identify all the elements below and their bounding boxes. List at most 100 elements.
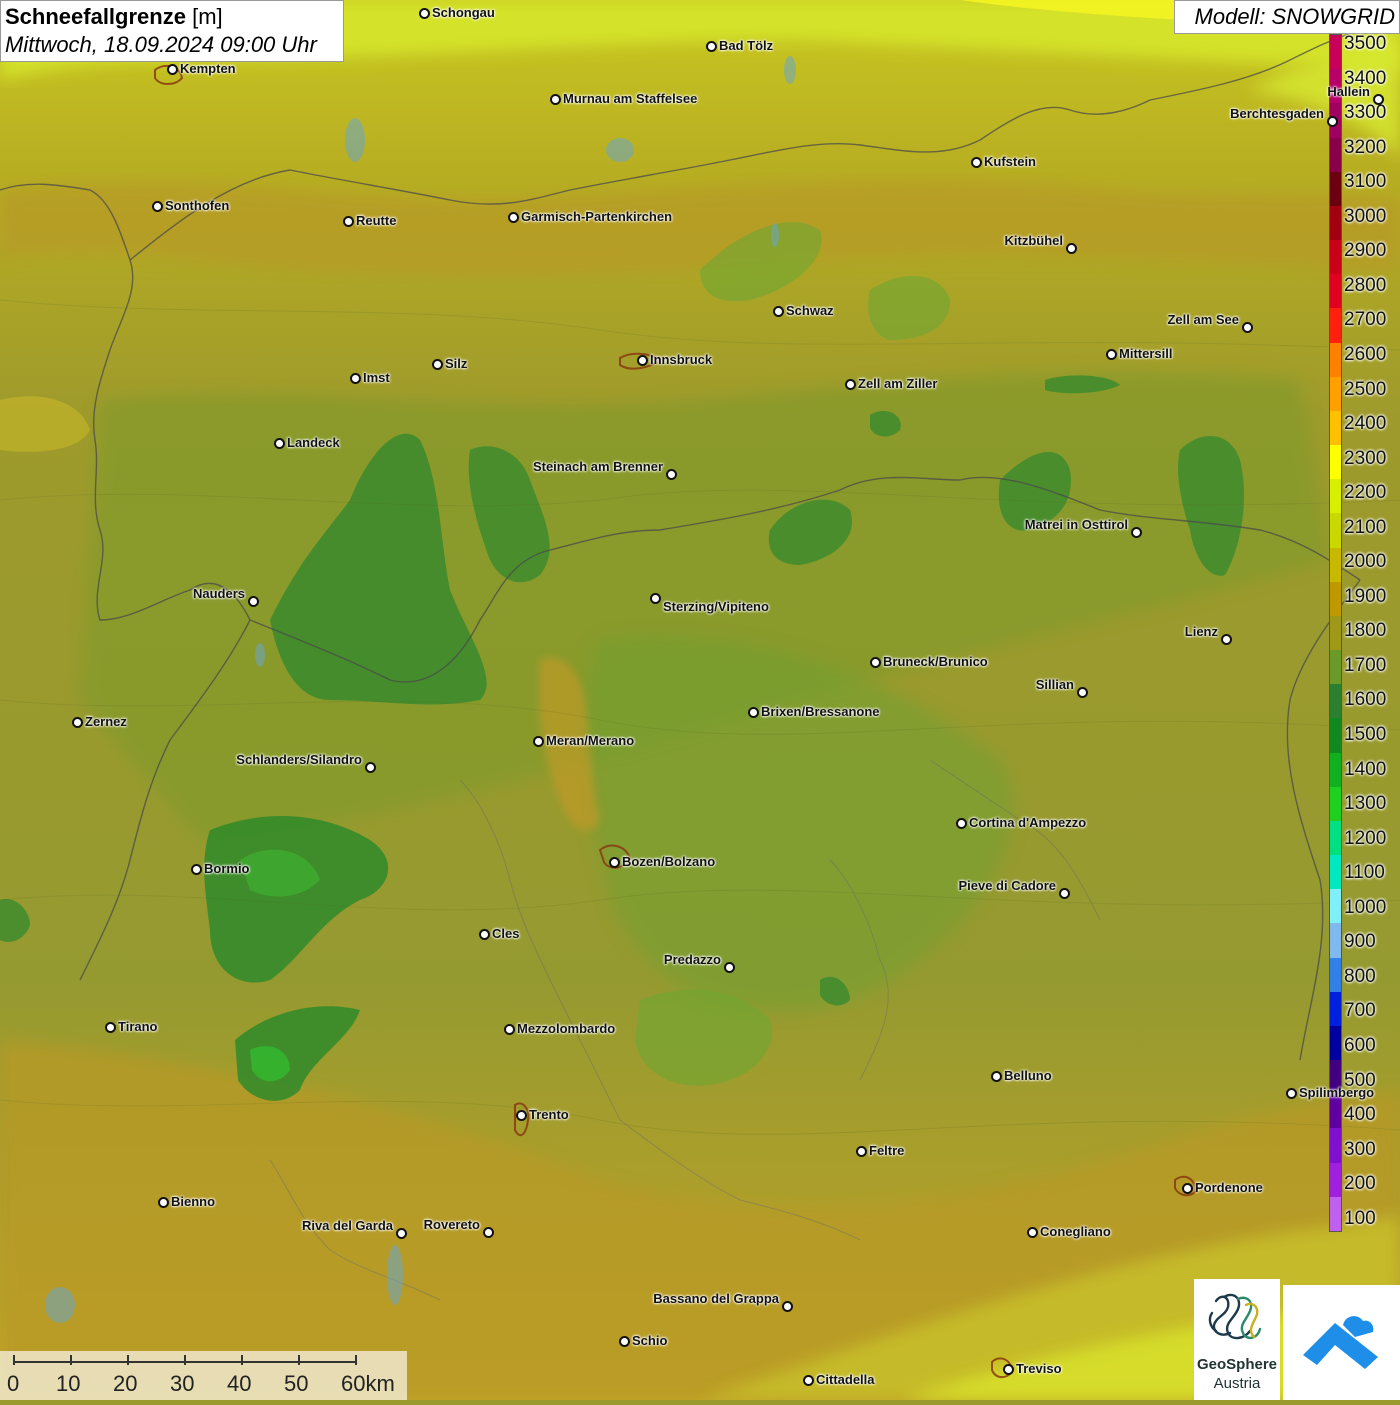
city-marker[interactable]	[419, 8, 430, 19]
city-marker[interactable]	[248, 596, 259, 607]
city-label: Bad Tölz	[719, 38, 774, 53]
legend-color-segment	[1330, 274, 1341, 309]
city-marker[interactable]	[343, 216, 354, 227]
city-marker[interactable]	[72, 717, 83, 728]
legend-color-segment	[1330, 171, 1341, 207]
city-marker[interactable]	[533, 736, 544, 747]
geosphere-logo[interactable]: GeoSphere Austria	[1194, 1279, 1280, 1400]
city-marker[interactable]	[870, 657, 881, 668]
city-label: Meran/Merano	[546, 733, 635, 748]
city-marker[interactable]	[1242, 322, 1253, 333]
city-marker[interactable]	[479, 929, 490, 940]
legend-color-bar	[1329, 34, 1342, 1232]
city-label: Cortina d'Ampezzo	[969, 815, 1087, 830]
legend-color-segment	[1330, 684, 1341, 719]
legend-label: 1500	[1344, 724, 1387, 745]
city-marker[interactable]	[483, 1227, 494, 1238]
city-marker[interactable]	[1059, 888, 1070, 899]
city-marker[interactable]	[167, 64, 178, 75]
legend-label: 1000	[1344, 896, 1387, 918]
city-marker[interactable]	[609, 857, 620, 868]
city-marker[interactable]	[1286, 1088, 1297, 1099]
legend-color-segment	[1330, 342, 1341, 378]
city-marker[interactable]	[1066, 243, 1077, 254]
city-label: Bienno	[171, 1194, 216, 1209]
city-label: Nauders	[192, 586, 245, 601]
city-marker[interactable]	[956, 818, 967, 829]
model-label: Modell: SNOWGRID	[1174, 0, 1400, 34]
city-label: Lienz	[1184, 624, 1218, 639]
legend-color-segment	[1330, 820, 1341, 856]
city-marker[interactable]	[1221, 634, 1232, 645]
legend-color-segment	[1330, 205, 1341, 241]
legend-label: 2000	[1344, 551, 1387, 573]
city-marker[interactable]	[1027, 1227, 1038, 1238]
city-marker[interactable]	[1003, 1364, 1014, 1375]
color-legend: 3500 3400 3300 3200 3100 3000 2900 2800 2700 2600…	[1329, 34, 1400, 1234]
legend-color-segment	[1330, 240, 1341, 275]
scale-label: 0	[7, 1371, 20, 1396]
city-marker[interactable]	[105, 1022, 116, 1033]
city-label: Imst	[363, 370, 390, 385]
city-label: Schwaz	[786, 303, 834, 318]
scale-label: 20	[113, 1371, 138, 1396]
city-label: Berchtesgaden	[1230, 106, 1324, 121]
city-marker[interactable]	[550, 94, 561, 105]
city-marker[interactable]	[158, 1197, 169, 1208]
city-marker[interactable]	[191, 864, 202, 875]
city-marker[interactable]	[724, 962, 735, 973]
city-marker[interactable]	[971, 157, 982, 168]
city-marker[interactable]	[365, 762, 376, 773]
city-marker[interactable]	[748, 707, 759, 718]
city-label: Bozen/Bolzano	[622, 854, 716, 869]
city-marker[interactable]	[350, 373, 361, 384]
city-marker[interactable]	[274, 438, 285, 449]
city-marker[interactable]	[856, 1146, 867, 1157]
city-marker[interactable]	[1327, 116, 1338, 127]
city-label: Trento	[529, 1107, 569, 1122]
legend-color-segment	[1330, 547, 1341, 583]
city-label: Murnau am Staffelsee	[563, 91, 698, 106]
city-label: Tirano	[118, 1019, 158, 1034]
city-marker[interactable]	[619, 1336, 630, 1347]
legend-label: 700	[1344, 1000, 1376, 1022]
snow-mountain-icon	[1303, 1316, 1378, 1369]
city-marker[interactable]	[1131, 527, 1142, 538]
city-label: Matrei in Osttirol	[1024, 517, 1128, 532]
city-marker[interactable]	[773, 306, 784, 317]
city-marker[interactable]	[706, 41, 717, 52]
scale-tick	[298, 1355, 300, 1365]
city-marker[interactable]	[152, 201, 163, 212]
scale-label: 10	[56, 1371, 81, 1396]
legend-label: 2900	[1344, 240, 1387, 262]
city-marker[interactable]	[516, 1110, 527, 1121]
city-label: Spilimbergo	[1299, 1085, 1375, 1100]
city-marker[interactable]	[1106, 349, 1117, 360]
legend-color-segment	[1330, 1162, 1341, 1198]
city-marker[interactable]	[1373, 94, 1384, 105]
city-marker[interactable]	[504, 1024, 515, 1035]
city-label: Mezzolombardo	[517, 1021, 616, 1036]
city-marker[interactable]	[845, 379, 856, 390]
city-marker[interactable]	[666, 469, 677, 480]
city-marker[interactable]	[1077, 687, 1088, 698]
legend-color-segment	[1330, 137, 1341, 173]
city-marker[interactable]	[637, 355, 648, 366]
legend-label: 1300	[1344, 793, 1387, 815]
city-marker[interactable]	[396, 1228, 407, 1239]
app-logo[interactable]	[1283, 1285, 1400, 1400]
legend-color-segment	[1330, 786, 1341, 822]
city-label: Feltre	[869, 1143, 905, 1158]
legend-color-segment	[1330, 957, 1341, 993]
city-marker[interactable]	[650, 593, 661, 604]
city-label: Pordenone	[1195, 1180, 1263, 1195]
city-marker[interactable]	[991, 1071, 1002, 1082]
city-marker[interactable]	[803, 1375, 814, 1386]
city-marker[interactable]	[432, 359, 443, 370]
city-marker[interactable]	[782, 1301, 793, 1312]
city-marker[interactable]	[508, 212, 519, 223]
city-label: Mittersill	[1119, 346, 1173, 361]
city-marker[interactable]	[1182, 1183, 1193, 1194]
city-label: Brixen/Bressanone	[761, 704, 880, 719]
map-title-box: Schneefallgrenze [m] Mittwoch, 18.09.202…	[0, 0, 344, 62]
